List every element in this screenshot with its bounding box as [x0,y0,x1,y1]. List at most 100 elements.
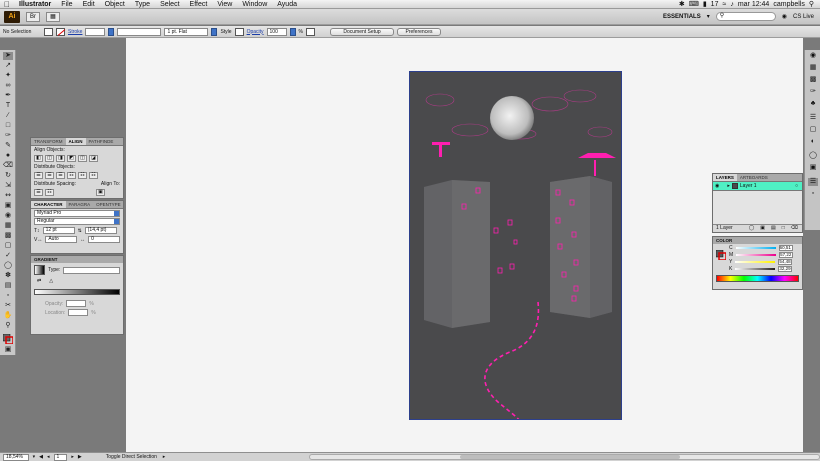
tab-layers[interactable]: LAYERS [713,174,737,181]
fill-swatch[interactable] [44,27,53,36]
perspective-grid-tool-icon[interactable]: ▦ [3,222,13,230]
tab-opentype[interactable]: OPENTYPE [93,201,124,208]
opacity-dropdown[interactable] [289,27,296,36]
stroke-weight-field[interactable] [85,27,106,36]
distribute-top-icon[interactable]: ☰ [34,172,43,179]
type-tool-icon[interactable]: T [3,102,13,110]
previous-artboard-icon[interactable]: ◂ [47,454,50,460]
expand-triangle-icon[interactable]: ▸ [727,183,730,189]
variable-width-profile[interactable] [117,27,162,36]
scrollbar-thumb[interactable] [460,455,681,459]
volume-icon[interactable]: ♪ [730,1,734,8]
zoom-tool-icon[interactable]: ⚲ [3,322,13,330]
spotlight-icon[interactable]: ⚲ [809,0,814,8]
reverse-gradient-icon[interactable]: ⇄ [37,278,41,284]
align-to-selection-icon[interactable]: ▣ [96,189,105,196]
distribute-bottom-icon[interactable]: ☰ [56,172,65,179]
fill-stroke-icon[interactable] [2,333,14,345]
paintbrush-tool-icon[interactable]: ✑ [3,132,13,140]
symbols-icon[interactable]: ♣ [808,100,818,108]
line-tool-icon[interactable]: ∕ [3,112,13,120]
align-center-v-icon[interactable]: ◫ [78,155,87,162]
trash-icon[interactable]: ⌫ [791,225,798,231]
wifi-icon[interactable]: ≈ [722,1,726,8]
menu-file[interactable]: File [56,1,77,8]
menu-effect[interactable]: Effect [185,1,213,8]
first-artboard-icon[interactable]: ◀ [39,454,43,460]
target-icon[interactable]: ○ [795,183,798,189]
stroke-swatch[interactable] [56,27,65,36]
opacity-link[interactable]: Opacity [247,29,264,35]
chevron-down-icon[interactable]: ▾ [33,454,36,460]
yellow-value[interactable]: 54,48 [778,258,793,265]
gradient-icon[interactable]: ▢ [808,126,818,134]
eraser-tool-icon[interactable]: ⌫ [3,162,13,170]
rotate-tool-icon[interactable]: ↻ [3,172,13,180]
drawing-mode-icon[interactable]: ▣ [3,346,13,354]
appearance-icon[interactable]: ◯ [808,152,818,160]
swatches-icon[interactable]: ▩ [808,76,818,84]
cyan-slider[interactable] [735,246,776,249]
tab-artboards[interactable]: ARTBOARDS [737,174,771,181]
magic-wand-tool-icon[interactable]: ✦ [3,72,13,80]
workspace-switcher[interactable]: ESSENTIALS [663,14,701,20]
preferences-button[interactable]: Preferences [396,27,441,36]
color-guide-icon[interactable]: ▦ [808,64,818,72]
gradient-thumbnail[interactable] [34,265,46,275]
mesh-tool-icon[interactable]: ▩ [3,232,13,240]
status-info[interactable]: Toggle Direct Selection [106,454,159,460]
align-bottom-icon[interactable]: ◪ [89,155,98,162]
artboards-icon[interactable]: ▫ [808,190,818,198]
kerning-field[interactable]: Auto [45,236,78,243]
gradient-slider[interactable] [34,289,120,295]
slice-tool-icon[interactable]: ✂ [3,302,13,310]
menu-ayuda[interactable]: Ayuda [272,1,302,8]
stroke-icon[interactable]: ☰ [808,114,818,122]
brush-definition-field[interactable]: 1 pt. Flat [164,27,209,36]
gradient-type-dropdown[interactable] [63,266,120,274]
locate-object-icon[interactable]: ◯ [749,225,755,231]
cyan-value[interactable]: 60,51 [778,244,793,251]
layer-row[interactable]: ◉ ▸ Layer 1 ○ [713,182,802,191]
gradient-location-field[interactable] [68,309,89,316]
distribute-center-h-icon[interactable]: ☷ [78,172,87,179]
chevron-down-icon[interactable] [114,211,119,216]
distribute-center-v-icon[interactable]: ☰ [45,172,54,179]
layer-name[interactable]: Layer 1 [740,183,757,189]
artboard[interactable] [409,71,622,420]
help-search-input[interactable]: ⚲ [715,12,776,21]
new-layer-icon[interactable]: □ [782,225,785,231]
layers-icon[interactable]: ☰ [808,178,818,186]
menu-view[interactable]: View [212,1,237,8]
artboard-tool-icon[interactable]: ▫ [3,292,13,300]
recolor-artwork-icon[interactable] [305,27,315,36]
last-artboard-icon[interactable]: ▶ [78,454,82,460]
next-artboard-icon[interactable]: ▸ [71,454,74,460]
align-left-icon[interactable]: ◧ [34,155,43,162]
visibility-eye-icon[interactable]: ◉ [715,183,719,189]
brush-dropdown[interactable] [211,27,218,36]
artboard-number-field[interactable]: 1 [53,453,68,461]
pen-tool-icon[interactable]: ✒ [3,92,13,100]
align-top-icon[interactable]: ◩ [67,155,76,162]
free-transform-tool-icon[interactable]: ▣ [3,202,13,210]
tab-character[interactable]: CHARACTER [31,201,66,208]
width-tool-icon[interactable]: ↭ [3,192,13,200]
graphic-styles-icon[interactable]: ▣ [808,164,818,172]
chevron-down-icon[interactable]: ▾ [707,13,710,20]
menu-edit[interactable]: Edit [78,1,100,8]
opacity-field[interactable]: 100 [266,27,287,36]
clock[interactable]: mar 12:44 [738,1,770,8]
cs-live-icon[interactable]: ◉ [782,13,787,20]
align-right-icon[interactable]: ◨ [56,155,65,162]
horizontal-scrollbar[interactable] [309,454,820,460]
graphic-style-swatch[interactable] [234,27,244,36]
color-panel-icon[interactable]: ◉ [808,52,818,60]
lasso-tool-icon[interactable]: ∞ [3,82,13,90]
font-style-field[interactable]: Regular [34,218,120,225]
menu-illustrator[interactable]: Illustrator [14,1,56,8]
column-graph-tool-icon[interactable]: ▤ [3,282,13,290]
status-menu-icon[interactable]: ▸ [163,454,166,460]
black-value[interactable]: 32,29 [778,265,793,272]
menu-window[interactable]: Window [237,1,272,8]
